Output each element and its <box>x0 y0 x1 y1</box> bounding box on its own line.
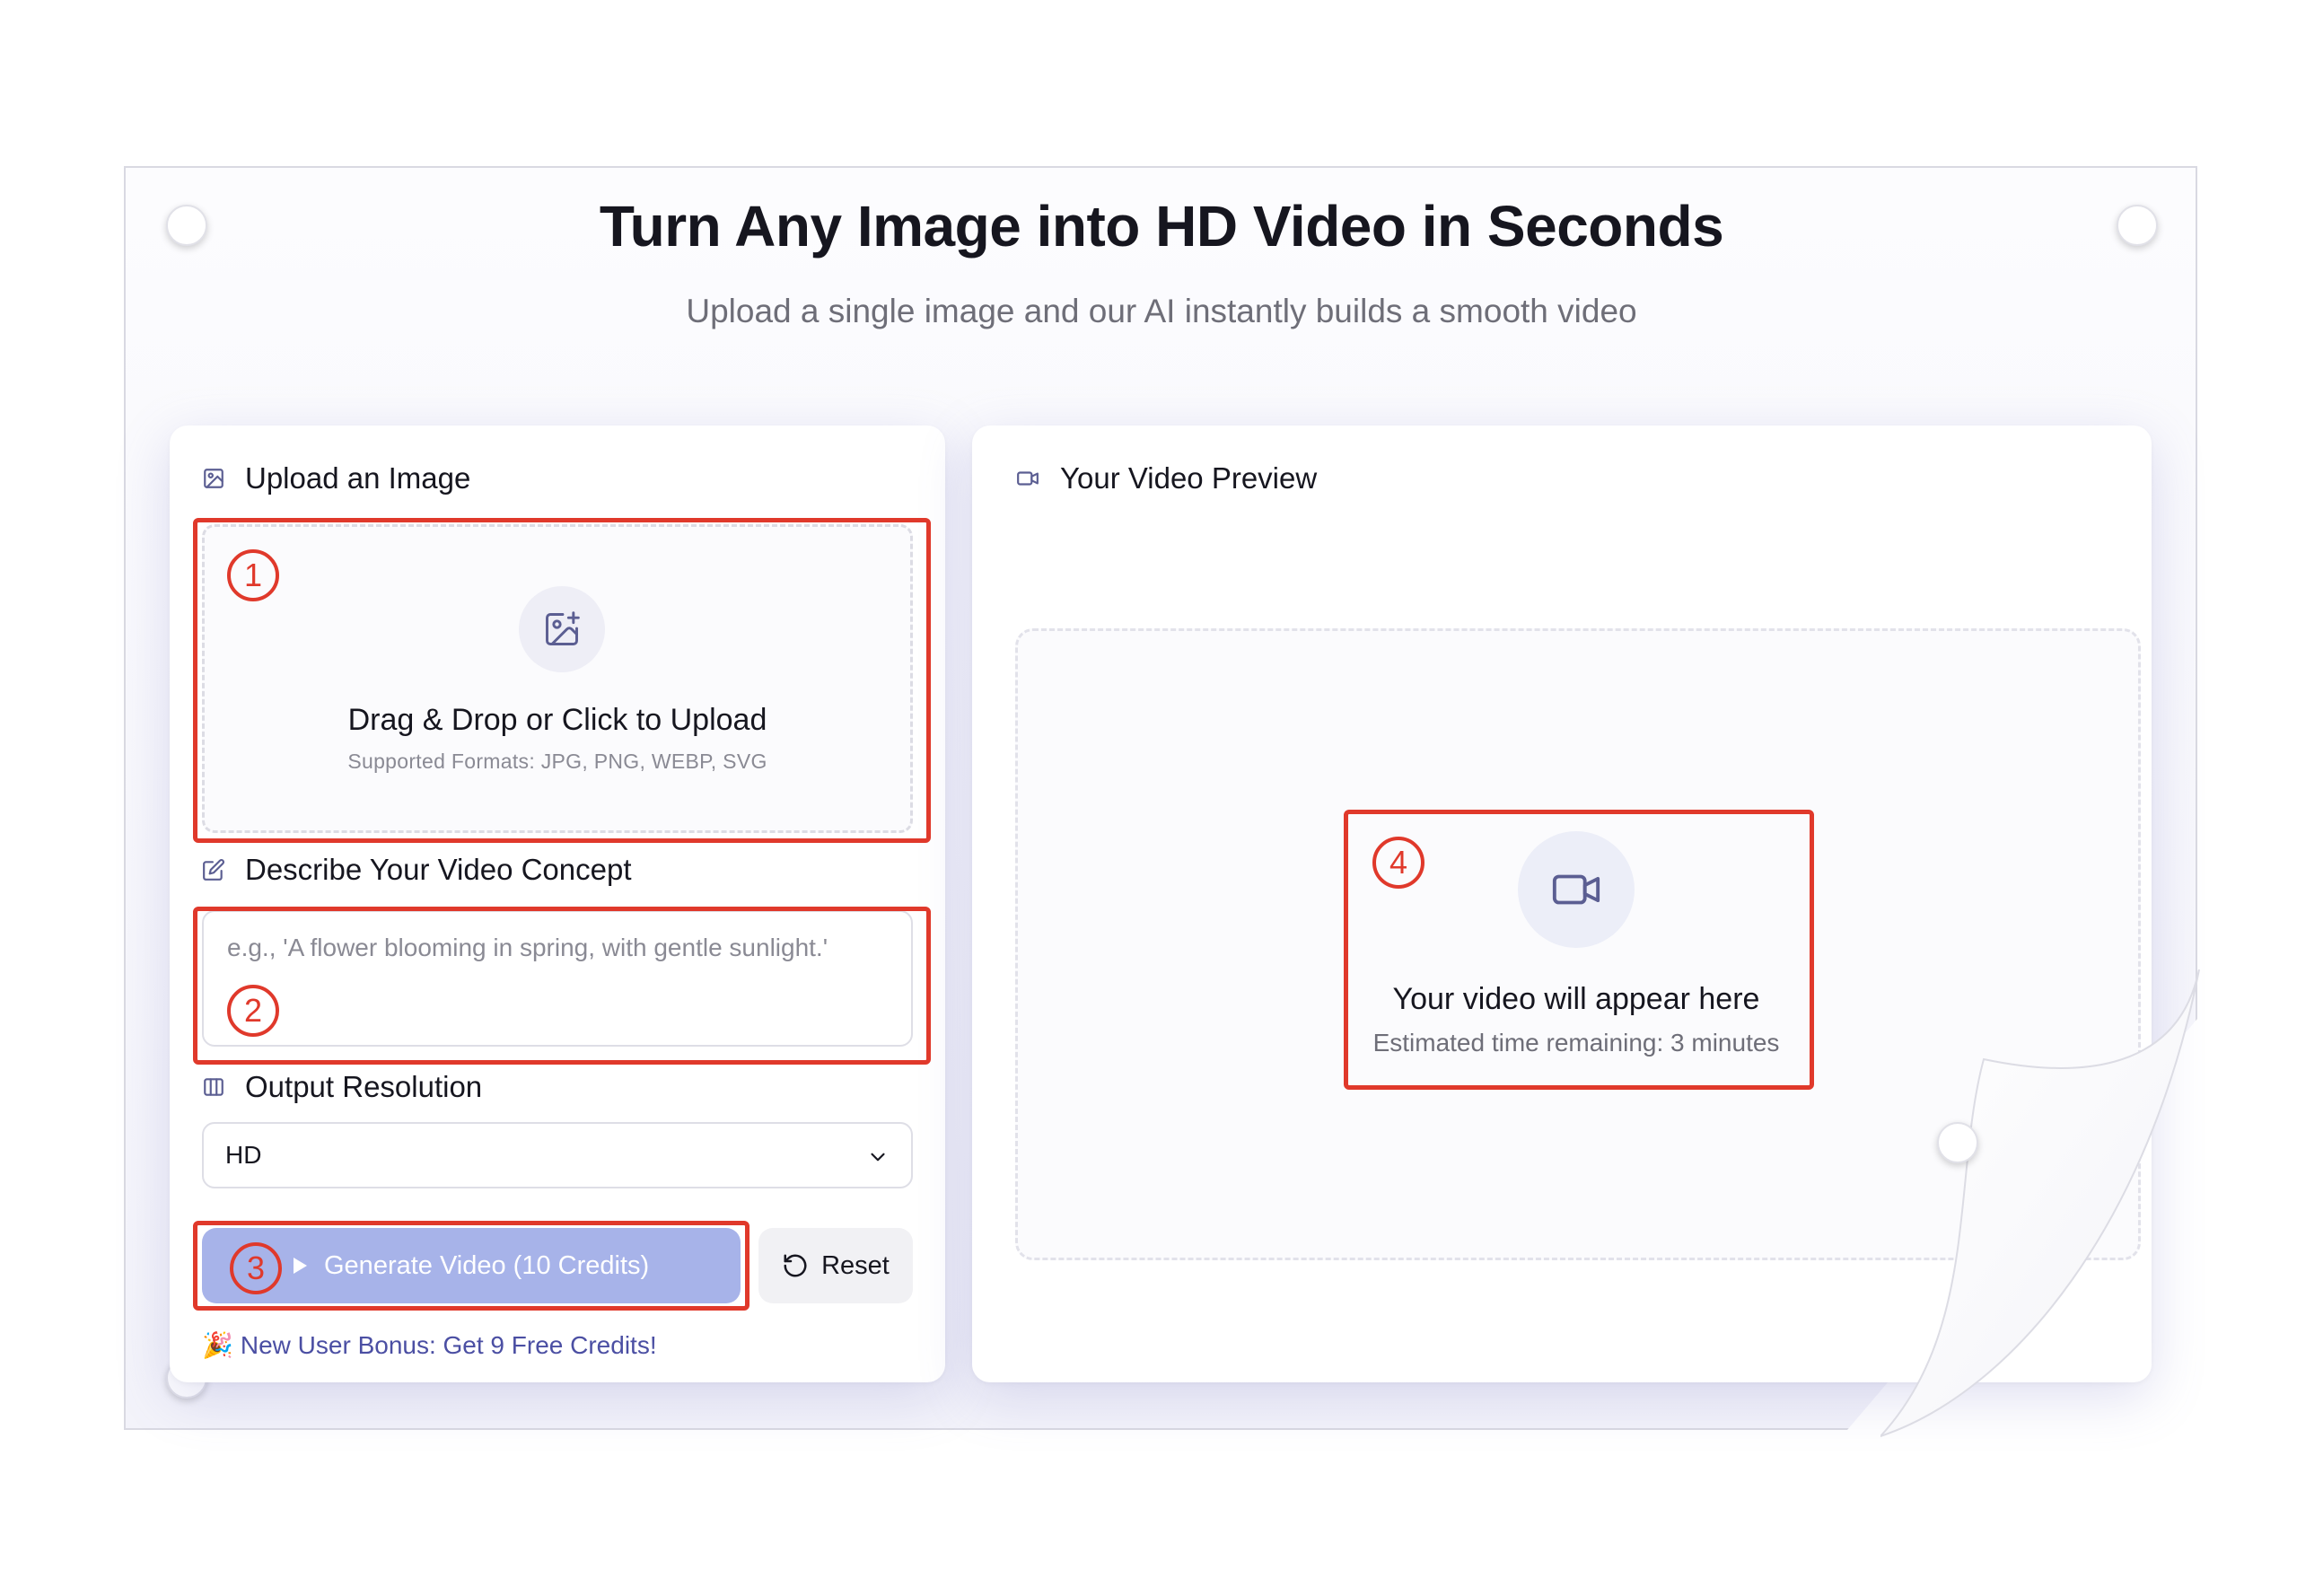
page-title: Turn Any Image into HD Video in Seconds <box>599 194 1724 259</box>
edit-icon <box>203 859 224 881</box>
concept-heading-label: Describe Your Video Concept <box>245 853 632 886</box>
preview-heading-label: Your Video Preview <box>1060 461 1318 495</box>
upload-heading: Upload an Image <box>202 461 470 495</box>
bonus-text: New User Bonus: Get 9 Free Credits! <box>240 1330 657 1359</box>
reset-button[interactable]: Reset <box>758 1228 913 1303</box>
columns-icon <box>204 1078 224 1096</box>
resolution-heading-label: Output Resolution <box>245 1070 483 1103</box>
pin-curl <box>1937 1122 1978 1163</box>
party-popper-icon: 🎉 <box>202 1331 233 1359</box>
page-subtitle: Upload a single image and our AI instant… <box>686 293 1637 329</box>
reset-label: Reset <box>821 1250 890 1280</box>
concept-heading: Describe Your Video Concept <box>202 853 632 887</box>
annotation-box-upload <box>193 518 931 843</box>
rotate-ccw-icon <box>784 1254 807 1277</box>
new-user-bonus[interactable]: 🎉 New User Bonus: Get 9 Free Credits! <box>202 1330 657 1360</box>
resolution-heading: Output Resolution <box>202 1070 482 1104</box>
annotation-marker-2: 2 <box>227 985 279 1037</box>
chevron-down-icon <box>871 1153 885 1162</box>
preview-heading: Your Video Preview <box>1015 461 1317 495</box>
annotation-marker-3: 3 <box>230 1242 282 1294</box>
resolution-select[interactable]: HD <box>202 1122 913 1188</box>
resolution-value: HD <box>225 1141 262 1169</box>
video-camera-icon <box>1017 471 1039 486</box>
image-icon <box>204 469 224 488</box>
upload-heading-label: Upload an Image <box>245 461 471 495</box>
annotation-marker-1: 1 <box>227 549 279 601</box>
annotation-box-concept <box>193 907 931 1065</box>
annotation-marker-4: 4 <box>1372 837 1424 889</box>
